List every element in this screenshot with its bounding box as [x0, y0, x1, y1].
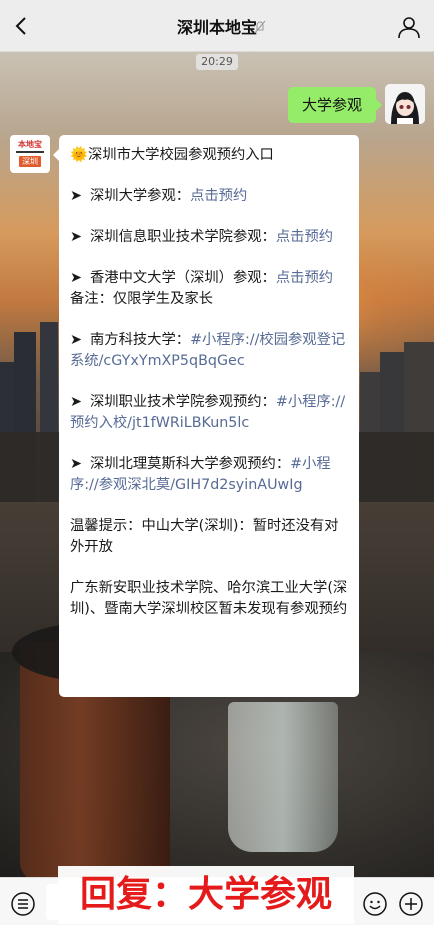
logo-text: 本地宝 [18, 140, 42, 149]
chat-header: 深圳本地宝 [0, 0, 434, 52]
arrow-icon: ➤ [70, 229, 82, 245]
arrow-icon: ➤ [70, 270, 82, 286]
reserve-link[interactable]: 点击预约 [276, 270, 333, 286]
sparkling-water-glass [228, 702, 338, 852]
arrow-icon: ➤ [70, 188, 82, 204]
reserve-link[interactable]: 点击预约 [276, 229, 333, 245]
item-label: 南方科技大学： [90, 332, 191, 348]
arrow-icon: ➤ [70, 394, 82, 410]
logo-divider [16, 151, 44, 153]
plus-icon[interactable] [398, 891, 424, 917]
list-item: ➤ 深圳职业技术学院参观预约：#小程序://预约入校/jt1fWRiLBKun5l… [70, 392, 349, 434]
message-timestamp: 20:29 [196, 54, 238, 70]
menu-list-icon[interactable] [10, 891, 36, 917]
user-avatar[interactable] [385, 84, 425, 124]
chat-title: 深圳本地宝 [176, 18, 257, 37]
mute-bell-icon [254, 20, 266, 34]
item-label: 深圳大学参观： [90, 188, 191, 204]
list-item: ➤ 深圳信息职业技术学院参观：点击预约 [70, 227, 349, 248]
sun-emoji-icon: 🌞 [70, 147, 88, 163]
received-message-bubble: 🌞深圳市大学校园参观预约入口 ➤ 深圳大学参观：点击预约 ➤ 深圳信息职业技术学院参… [53, 135, 359, 697]
item-label: 深圳北理莫斯科大学参观预约： [90, 456, 291, 472]
tip-text: 温馨提示：中山大学(深圳)：暂时还没有对外开放 [70, 518, 339, 555]
user-avatar-illustration [385, 84, 425, 124]
item-label: 深圳信息职业技术学院参观： [90, 229, 276, 245]
sent-message-bubble[interactable]: 大学参观 [288, 87, 382, 123]
list-item: ➤ 南方科技大学：#小程序://校园参观登记系统/cGYxYmXP5qBqGec [70, 330, 349, 372]
footer-text: 广东新安职业技术学院、哈尔滨工业大学(深圳)、暨南大学深圳校区暂未发现有参观预约 [70, 580, 348, 617]
arrow-icon: ➤ [70, 456, 82, 472]
official-account-avatar[interactable]: 本地宝 深圳 [10, 135, 50, 173]
heading-text: 深圳市大学校园参观预约入口 [88, 147, 274, 163]
item-note: 备注：仅限学生及家长 [70, 291, 213, 307]
item-label: 深圳职业技术学院参观预约： [90, 394, 276, 410]
reply-instruction-overlay: 回复：大学参观 [58, 866, 354, 924]
item-label: 香港中文大学（深圳）参观： [90, 270, 276, 286]
emoji-icon[interactable] [362, 891, 388, 917]
reserve-link[interactable]: 点击预约 [190, 188, 247, 204]
arrow-icon: ➤ [70, 332, 82, 348]
list-item: ➤ 深圳大学参观：点击预约 [70, 186, 349, 207]
list-item: ➤ 深圳北理莫斯科大学参观预约：#小程序://参观深北莫/GIH7d2syinAU… [70, 454, 349, 496]
logo-city: 深圳 [19, 156, 41, 167]
profile-icon[interactable] [396, 14, 422, 40]
message-heading: 🌞深圳市大学校园参观预约入口 [70, 145, 349, 166]
list-item: ➤ 香港中文大学（深圳）参观：点击预约 备注：仅限学生及家长 [70, 268, 349, 310]
